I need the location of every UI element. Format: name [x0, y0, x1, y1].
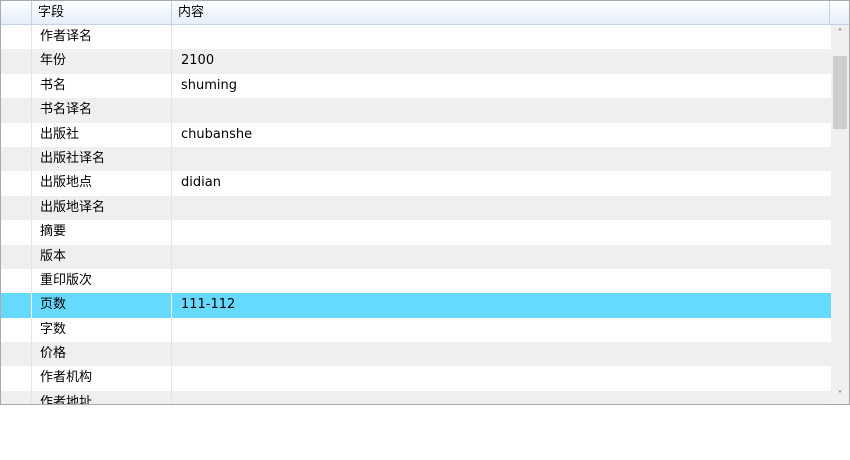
table-row[interactable]: 出版地点 didian: [1, 171, 831, 196]
field-cell[interactable]: 字数: [32, 317, 172, 343]
field-cell[interactable]: 摘要: [32, 220, 172, 245]
field-cell[interactable]: 页数: [32, 293, 172, 318]
table-row[interactable]: 摘要: [1, 220, 831, 245]
row-header[interactable]: [1, 49, 32, 74]
chevron-down-icon[interactable]: ˅: [831, 387, 849, 404]
content-cell[interactable]: [172, 147, 831, 171]
table-row[interactable]: 出版社译名: [1, 146, 831, 172]
field-cell[interactable]: 作者机构: [32, 366, 172, 391]
table-row[interactable]: 作者地址: [1, 390, 831, 404]
field-cell[interactable]: 价格: [32, 342, 172, 367]
field-cell[interactable]: 书名: [32, 73, 172, 99]
field-cell[interactable]: 作者译名: [32, 25, 172, 50]
row-header[interactable]: [1, 146, 32, 172]
table-row[interactable]: 重印版次: [1, 268, 831, 294]
row-header[interactable]: [1, 293, 32, 318]
row-header[interactable]: [1, 342, 32, 367]
content-cell[interactable]: [172, 366, 831, 390]
chevron-up-icon[interactable]: ˄: [831, 25, 849, 42]
row-header[interactable]: [1, 220, 32, 245]
table-row[interactable]: 出版地译名: [1, 195, 831, 221]
content-cell[interactable]: shuming: [172, 74, 831, 98]
content-cell[interactable]: [172, 318, 831, 342]
row-header[interactable]: [1, 98, 32, 123]
header-filler: [830, 1, 849, 24]
field-cell[interactable]: 出版地点: [32, 171, 172, 196]
row-header[interactable]: [1, 366, 32, 391]
column-header: 字段 内容: [1, 1, 849, 25]
content-cell[interactable]: [172, 196, 831, 220]
row-header[interactable]: [1, 171, 32, 196]
table-row[interactable]: 版本: [1, 244, 831, 269]
content-cell[interactable]: chubanshe: [172, 123, 831, 147]
table-row[interactable]: 出版社 chubanshe: [1, 122, 831, 147]
content-cell[interactable]: [172, 98, 831, 122]
table-row[interactable]: 书名 shuming: [1, 73, 831, 99]
column-header-content[interactable]: 内容: [172, 1, 830, 24]
row-header[interactable]: [1, 195, 32, 221]
table-row[interactable]: 作者译名: [1, 25, 831, 50]
content-cell[interactable]: 2100: [172, 49, 831, 73]
table-row[interactable]: 字数: [1, 317, 831, 343]
vertical-scrollbar[interactable]: ˄ ˅: [831, 25, 849, 404]
table-row[interactable]: 年份 2100: [1, 49, 831, 74]
row-header[interactable]: [1, 317, 32, 343]
content-cell[interactable]: didian: [172, 171, 831, 195]
row-header[interactable]: [1, 268, 32, 294]
content-cell[interactable]: 111-112: [172, 293, 831, 317]
row-header[interactable]: [1, 25, 32, 50]
grid-rows: 作者译名 年份 2100 书名 shuming 书名译名 出版社 chubanshe 出版社译名…: [1, 25, 831, 404]
table-row[interactable]: 作者机构: [1, 366, 831, 391]
table-row[interactable]: 价格: [1, 342, 831, 367]
row-header[interactable]: [1, 390, 32, 404]
field-cell[interactable]: 重印版次: [32, 268, 172, 294]
content-cell[interactable]: [172, 245, 831, 269]
field-cell[interactable]: 出版社译名: [32, 146, 172, 172]
content-cell[interactable]: [172, 220, 831, 244]
field-cell[interactable]: 作者地址: [32, 390, 172, 404]
row-header[interactable]: [1, 73, 32, 99]
field-cell[interactable]: 年份: [32, 49, 172, 74]
field-cell[interactable]: 出版社: [32, 122, 172, 147]
table-row[interactable]: 页数 111-112: [1, 293, 831, 318]
field-cell[interactable]: 版本: [32, 244, 172, 269]
row-header[interactable]: [1, 122, 32, 147]
field-cell[interactable]: 出版地译名: [32, 195, 172, 221]
content-cell[interactable]: [172, 391, 831, 404]
table-row[interactable]: 书名译名: [1, 98, 831, 123]
content-cell[interactable]: [172, 342, 831, 366]
header-gutter: [1, 1, 32, 24]
property-grid: 字段 内容 作者译名 年份 2100 书名 shuming 书名译名 出版社 chubansh…: [0, 0, 850, 405]
scrollbar-thumb[interactable]: [833, 56, 847, 129]
content-cell[interactable]: [172, 25, 831, 49]
field-cell[interactable]: 书名译名: [32, 98, 172, 123]
content-cell[interactable]: [172, 269, 831, 293]
column-header-field[interactable]: 字段: [32, 1, 172, 24]
row-header[interactable]: [1, 244, 32, 269]
